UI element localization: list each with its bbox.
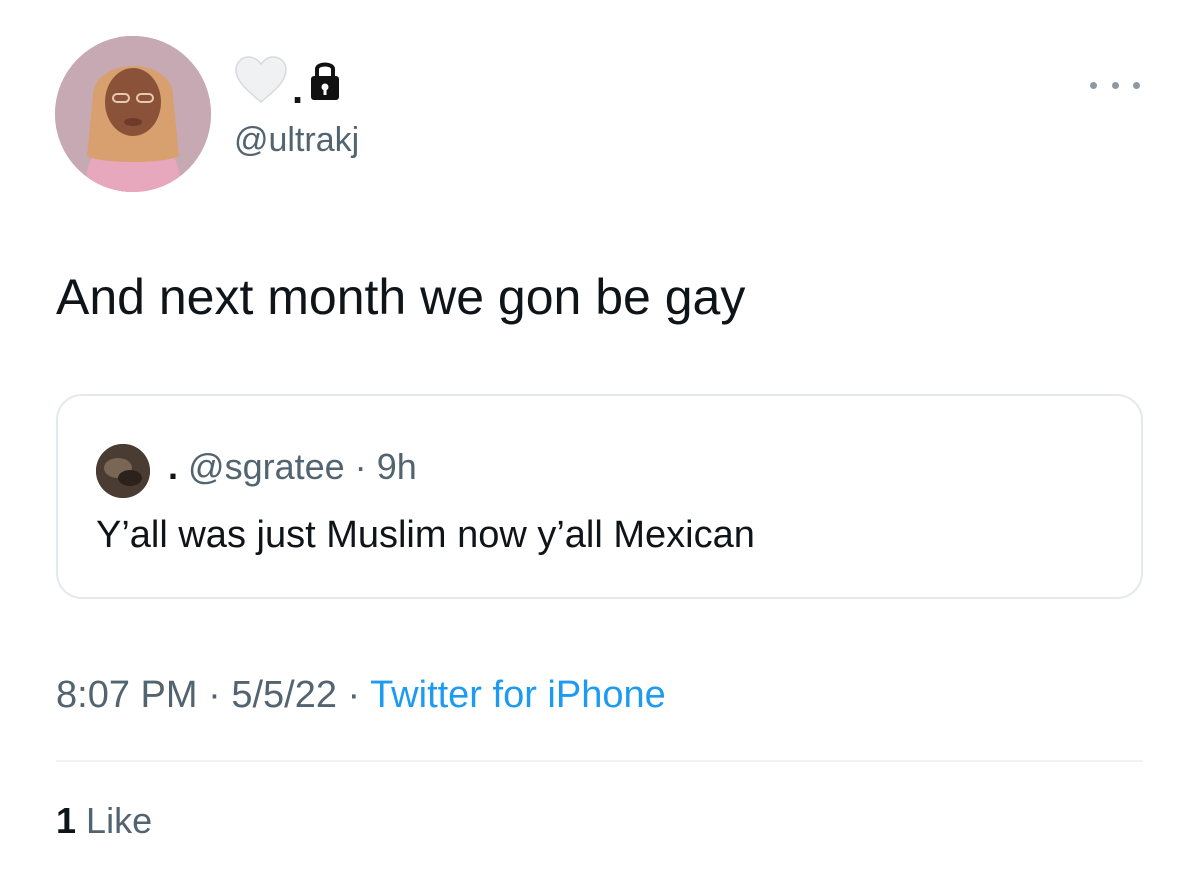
separator: · (197, 674, 232, 716)
display-name-dot: . (292, 68, 304, 112)
separator: · (336, 674, 371, 716)
profile-photo-icon (55, 36, 211, 192)
author-avatar[interactable] (55, 36, 211, 192)
tweet-date[interactable]: 5/5/22 (231, 674, 337, 716)
likes-count: 1 (56, 800, 77, 841)
tweet-source-link[interactable]: Twitter for iPhone (370, 674, 666, 716)
white-heart-icon (234, 55, 288, 109)
tweet-meta: 8:07 PM · 5/5/22 · Twitter for iPhone (56, 674, 666, 717)
quoted-tweet-header: . @sgratee · 9h (168, 446, 417, 488)
quoted-author-handle[interactable]: @sgratee (188, 446, 345, 487)
quoted-display-name[interactable]: . (168, 446, 178, 487)
tweet-text: And next month we gon be gay (56, 269, 746, 325)
separator: · (354, 446, 367, 487)
likes-count-link[interactable]: 1 Like (56, 800, 152, 842)
quoted-author-avatar[interactable] (96, 444, 150, 498)
author-handle[interactable]: @ultrakj (234, 121, 359, 160)
divider (56, 760, 1143, 762)
more-options-icon[interactable] (1090, 70, 1140, 100)
likes-label: Like (86, 800, 153, 841)
tweet-time[interactable]: 8:07 PM (56, 674, 198, 716)
profile-photo-icon (96, 444, 150, 498)
quoted-tweet-text: Y’all was just Muslim now y’all Mexican (96, 514, 755, 556)
quoted-tweet-time: 9h (376, 446, 417, 487)
quoted-tweet-card[interactable]: . @sgratee · 9h Y’all was just Muslim no… (56, 394, 1143, 599)
lock-icon (307, 58, 343, 107)
author-display-name[interactable]: . (234, 54, 343, 110)
